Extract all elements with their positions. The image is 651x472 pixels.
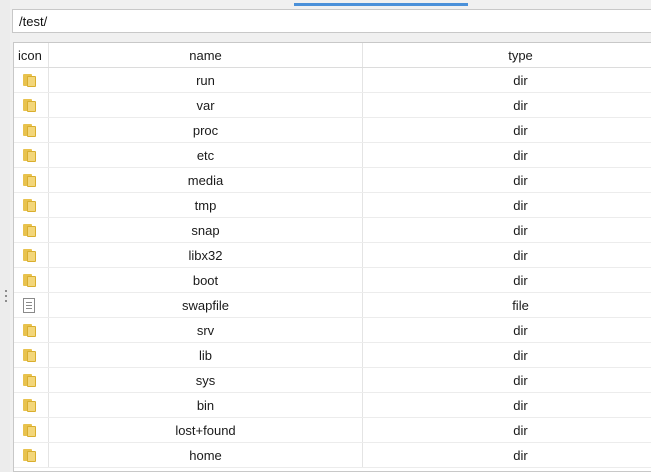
table-row[interactable]: proc dir	[14, 118, 651, 143]
folder-icon	[23, 348, 37, 362]
column-header-name[interactable]: name	[49, 43, 363, 67]
table-row[interactable]: bin dir	[14, 393, 651, 418]
row-icon-cell	[14, 393, 49, 417]
row-icon-cell	[14, 368, 49, 392]
row-name: var	[49, 93, 363, 117]
row-name: snap	[49, 218, 363, 242]
folder-icon	[23, 323, 37, 337]
table-row[interactable]: lost+found dir	[14, 418, 651, 443]
row-type: dir	[513, 422, 528, 438]
folder-icon	[23, 248, 37, 262]
table-row[interactable]: etc dir	[14, 143, 651, 168]
row-icon-cell	[14, 243, 49, 267]
active-tab-indicator	[294, 3, 468, 6]
table-row[interactable]: lib dir	[14, 343, 651, 368]
row-name: proc	[49, 118, 363, 142]
folder-icon	[23, 198, 37, 212]
row-icon-cell	[14, 93, 49, 117]
table-row[interactable]: sys dir	[14, 368, 651, 393]
folder-icon	[23, 223, 37, 237]
folder-icon	[23, 148, 37, 162]
row-icon-cell	[14, 318, 49, 342]
table-row[interactable]: swapfile file	[14, 293, 651, 318]
row-name: swapfile	[49, 293, 363, 317]
row-icon-cell	[14, 118, 49, 142]
row-type: dir	[513, 122, 528, 138]
folder-icon	[23, 423, 37, 437]
row-name: lib	[49, 343, 363, 367]
row-icon-cell	[14, 218, 49, 242]
row-type: dir	[513, 247, 528, 263]
table-row[interactable]: tmp dir	[14, 193, 651, 218]
row-name: srv	[49, 318, 363, 342]
row-name: bin	[49, 393, 363, 417]
row-icon-cell	[14, 343, 49, 367]
row-name: lost+found	[49, 418, 363, 442]
table-row[interactable]: home dir	[14, 443, 651, 468]
row-type: dir	[513, 147, 528, 163]
row-type: dir	[513, 272, 528, 288]
row-name: etc	[49, 143, 363, 167]
row-type: dir	[513, 222, 528, 238]
row-icon-cell	[14, 418, 49, 442]
row-name: media	[49, 168, 363, 192]
row-icon-cell	[14, 168, 49, 192]
table-row[interactable]: media dir	[14, 168, 651, 193]
row-type: dir	[513, 322, 528, 338]
folder-icon	[23, 398, 37, 412]
folder-icon	[23, 73, 37, 87]
row-type: dir	[513, 197, 528, 213]
row-type: file	[512, 297, 529, 313]
splitter-handle[interactable]	[5, 290, 8, 306]
row-name: sys	[49, 368, 363, 392]
row-name: boot	[49, 268, 363, 292]
left-panel-edge	[0, 0, 10, 472]
path-value: /test/	[19, 14, 48, 29]
top-strip	[0, 0, 651, 8]
column-header-type[interactable]: type	[363, 43, 651, 67]
path-input[interactable]: /test/	[12, 9, 651, 33]
table-row[interactable]: snap dir	[14, 218, 651, 243]
row-type: dir	[513, 447, 528, 463]
file-icon	[23, 297, 35, 313]
row-icon-cell	[14, 143, 49, 167]
folder-icon	[23, 273, 37, 287]
table-row[interactable]: var dir	[14, 93, 651, 118]
table-row[interactable]: boot dir	[14, 268, 651, 293]
row-type: dir	[513, 347, 528, 363]
folder-icon	[23, 448, 37, 462]
table-header: icon name type	[14, 43, 651, 68]
row-icon-cell	[14, 443, 49, 467]
folder-icon	[23, 123, 37, 137]
folder-icon	[23, 173, 37, 187]
row-type: dir	[513, 97, 528, 113]
row-name: tmp	[49, 193, 363, 217]
row-type: dir	[513, 372, 528, 388]
row-type: dir	[513, 397, 528, 413]
file-table: icon name type run dir var dir proc dir etc dir…	[13, 42, 651, 472]
row-icon-cell	[14, 293, 49, 317]
table-row[interactable]: srv dir	[14, 318, 651, 343]
row-name: libx32	[49, 243, 363, 267]
row-type: dir	[513, 172, 528, 188]
row-icon-cell	[14, 193, 49, 217]
column-header-icon[interactable]: icon	[14, 43, 49, 67]
row-icon-cell	[14, 268, 49, 292]
row-name: home	[49, 443, 363, 467]
row-type: dir	[513, 72, 528, 88]
row-icon-cell	[14, 68, 49, 92]
folder-icon	[23, 98, 37, 112]
table-row[interactable]: run dir	[14, 68, 651, 93]
table-row[interactable]: libx32 dir	[14, 243, 651, 268]
row-name: run	[49, 68, 363, 92]
folder-icon	[23, 373, 37, 387]
